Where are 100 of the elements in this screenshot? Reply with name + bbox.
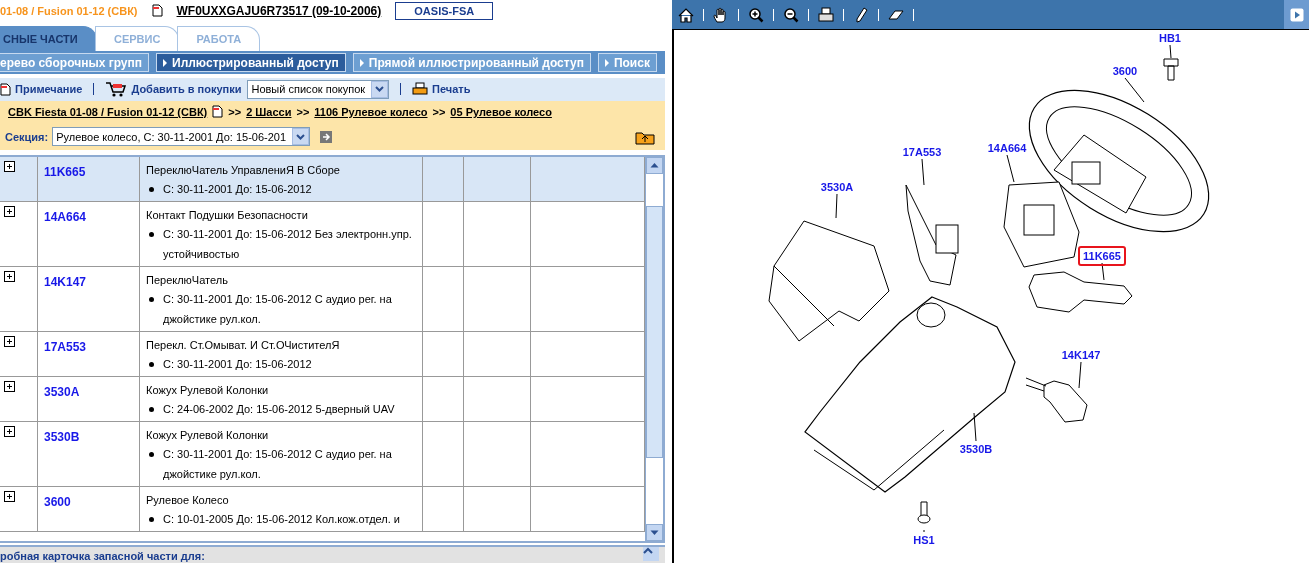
caret-down-icon[interactable]: [650, 529, 659, 536]
triangle-icon: [359, 58, 364, 67]
part-number-link[interactable]: 3530A: [44, 384, 80, 399]
printer-icon[interactable]: [817, 5, 835, 24]
screw-drawing: [917, 501, 931, 524]
bullet-icon: [149, 361, 154, 367]
print-button[interactable]: Печать: [412, 82, 471, 97]
breadcrumb-separator: >>: [296, 105, 310, 118]
printer-icon: [412, 82, 429, 97]
breadcrumb-separator: >>: [432, 105, 446, 118]
leader-line: [1124, 77, 1145, 103]
scroll-thumb[interactable]: [646, 205, 663, 458]
part-name: ПереклюЧатель УправлениЯ В Сборе: [146, 162, 341, 178]
collapse-button[interactable]: [643, 547, 659, 562]
leader-line: [1169, 44, 1172, 59]
part-detail: С: 30-11-2001 До: 15-06-2012: [163, 181, 313, 197]
part-number-link[interactable]: 14A664: [44, 209, 87, 224]
zoom-out-icon[interactable]: [782, 5, 800, 24]
vehicle-model: 01-08 / Fusion 01-12 (СВК): [0, 4, 138, 17]
table-row[interactable]: 17A553 Перекл. Ст.Омыват. И Ст.ОЧистителЯ С: 30-11-2001 До: 15-06-2012: [0, 331, 645, 377]
shopping-list-dropdown[interactable]: Новый список покупок: [247, 79, 390, 99]
expand-icon[interactable]: [4, 335, 15, 347]
toolbar-toggle-button[interactable]: [1284, 0, 1309, 29]
expand-icon[interactable]: [4, 490, 15, 502]
panel-title: робная карточка запасной части для:: [0, 550, 205, 563]
oasis-button[interactable]: OASIS-FSA: [395, 1, 494, 20]
bullet-icon: [149, 296, 154, 302]
nav-button[interactable]: Иллюстрированный доступ: [156, 53, 346, 73]
leader-line: [1101, 262, 1105, 281]
part-detail: С: 30-11-2001 До: 15-06-2012 Без электронн.упр. устойчивостью: [163, 226, 413, 262]
part-detail: С: 10-01-2005 До: 15-06-2012 Кол.кож.отдел. и: [163, 511, 401, 527]
part-name: Перекл. Ст.Омыват. И Ст.ОЧистителЯ: [146, 337, 341, 353]
part-detail: С: 30-11-2001 До: 15-06-2012: [163, 356, 313, 372]
part-number-link[interactable]: 11K665: [44, 164, 86, 179]
bullet-icon: [149, 451, 154, 457]
caret-up-icon[interactable]: [650, 162, 659, 169]
bullet-icon: [149, 231, 154, 237]
section-label: Секция:: [5, 130, 49, 143]
part-callout[interactable]: 3530A: [820, 181, 854, 193]
table-row[interactable]: 3600 Рулевое Колесо С: 10-01-2005 До: 15-06-2012 Кол.кож.отдел. и: [0, 486, 645, 532]
expand-icon[interactable]: [4, 425, 15, 437]
document-icon: [0, 82, 11, 96]
part-callout[interactable]: 14K147: [1061, 349, 1101, 361]
table-row[interactable]: 3530A Кожух Рулевой Колонки С: 24-06-2002 До: 15-06-2012 5-дверный UAV: [0, 376, 645, 422]
expand-icon[interactable]: [4, 270, 15, 282]
note-button[interactable]: Примечание: [0, 82, 83, 96]
leader-line: [973, 412, 977, 442]
part-name: ПереклюЧатель: [146, 272, 229, 288]
part-name: Рулевое Колесо: [146, 492, 230, 508]
part-callout[interactable]: 11K665: [1083, 250, 1121, 262]
breadcrumb-link[interactable]: 05 Рулевое колесо: [450, 105, 552, 118]
part-name: Кожух Рулевой Колонки: [146, 427, 270, 443]
part-number-link[interactable]: 3600: [44, 494, 71, 509]
expand-icon[interactable]: [4, 380, 15, 392]
breadcrumb-link[interactable]: CBK Fiesta 01-08 / Fusion 01-12 (СВК): [8, 105, 208, 118]
part-detail: С: 30-11-2001 До: 15-06-2012 С аудио рег. на джойстике рул.кол.: [163, 291, 393, 327]
play-icon: [1289, 7, 1304, 22]
table-row[interactable]: 14A664 Контакт Подушки Безопасности С: 30-11-2001 До: 15-06-2012 Без электронн.упр. устойчивостью: [0, 201, 645, 267]
table-row[interactable]: 14K147 ПереклюЧатель С: 30-11-2001 До: 15-06-2012 С аудио рег. на джойстике рул.кол.: [0, 266, 645, 332]
table-row[interactable]: 3530B Кожух Рулевой Колонки С: 30-11-2001 До: 15-06-2012 С аудио рег. на джойстике рул.кол.: [0, 421, 645, 487]
part-callout[interactable]: HB1: [1159, 32, 1181, 44]
tab[interactable]: СНЫЕ ЧАСТИ: [0, 26, 97, 52]
bullet-icon: [149, 186, 154, 192]
cart-icon: [105, 81, 128, 98]
part-callout[interactable]: 17A553: [902, 146, 942, 158]
caret-up-icon: [643, 547, 653, 555]
triangle-icon: [604, 58, 609, 67]
chevron-down-icon: [296, 133, 306, 140]
section-dropdown[interactable]: Рулевое колесо, С: 30-11-2001 До: 15-06-201: [52, 127, 311, 147]
chevron-down-icon: [375, 86, 385, 93]
breadcrumb-link[interactable]: 2 Шасси: [246, 105, 292, 118]
part-callout[interactable]: 14A664: [987, 142, 1027, 154]
scrollbar[interactable]: [645, 156, 663, 542]
part-callout[interactable]: HS1: [913, 534, 935, 546]
document-icon[interactable]: [212, 105, 224, 119]
table-row[interactable]: 11K665 ПереклюЧатель УправлениЯ В Сборе С: 30-11-2001 До: 15-06-2012: [0, 156, 645, 202]
part-name: Контакт Подушки Безопасности: [146, 207, 309, 223]
leader-line: [1006, 154, 1015, 183]
part-detail: С: 30-11-2001 До: 15-06-2012 С аудио рег. на джойстике рул.кол.: [163, 446, 393, 482]
expand-icon[interactable]: [4, 205, 15, 217]
leader-line: [835, 193, 838, 219]
part-callout[interactable]: 3530B: [959, 443, 993, 455]
triangle-icon: [163, 58, 167, 67]
part-number-link[interactable]: 14K147: [44, 274, 87, 289]
bolt-drawing: [1163, 58, 1179, 81]
arrow-right-icon[interactable]: [320, 130, 333, 143]
part-number-link[interactable]: 17A553: [44, 339, 87, 354]
add-to-cart-button[interactable]: Добавить в покупки: [105, 81, 242, 98]
leader-line: [1078, 361, 1082, 389]
vin-link[interactable]: WF0UXXGAJU6R73517 (09-10-2006): [176, 3, 382, 18]
part-detail: С: 24-06-2002 До: 15-06-2012 5-дверный UAV: [163, 401, 396, 417]
part-number-link[interactable]: 3530B: [44, 429, 80, 444]
bullet-icon: [149, 516, 154, 522]
leader-line: [923, 529, 925, 533]
part-callout[interactable]: 3600: [1112, 65, 1138, 77]
expand-icon[interactable]: [4, 160, 15, 172]
breadcrumb-link[interactable]: 1106 Рулевое колесо: [314, 105, 428, 118]
zoom-in-icon[interactable]: [747, 5, 765, 24]
bullet-icon: [149, 406, 154, 412]
document-icon[interactable]: [151, 4, 163, 18]
